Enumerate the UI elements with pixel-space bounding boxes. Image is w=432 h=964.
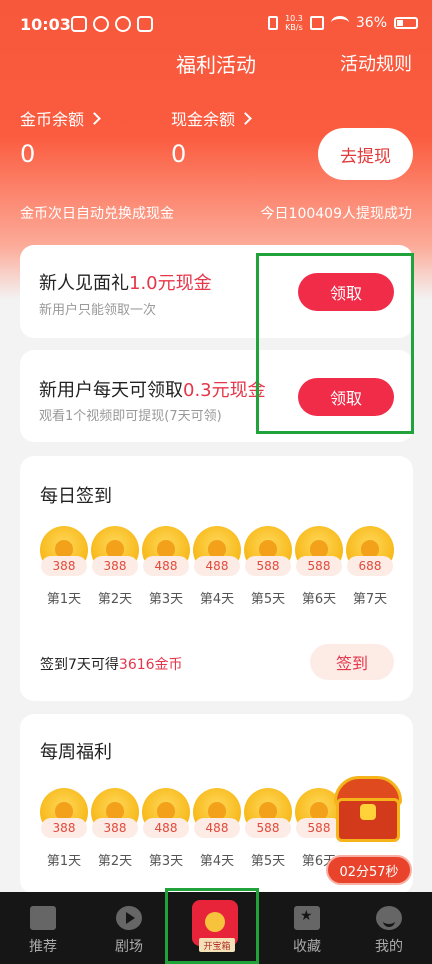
signin-day-1[interactable]: 388 第1天 xyxy=(40,526,90,607)
coin-reward: 588 xyxy=(245,556,291,576)
app-notification-icon xyxy=(137,16,153,32)
day-label: 第6天 xyxy=(301,592,337,607)
tab-favorites[interactable]: 收藏 xyxy=(264,892,350,964)
signin-note-prefix: 签到7天可得 xyxy=(40,657,119,673)
signin-day-6[interactable]: 588 第6天 xyxy=(295,526,345,607)
weekly-day-4[interactable]: 488 第4天 xyxy=(193,788,243,869)
daily-signin-card: 每日签到 388 第1天 388 第2天 488 第3天 488 第4天 588… xyxy=(20,456,413,701)
coin-reward: 388 xyxy=(41,556,87,576)
signin-note: 签到7天可得3616金币 xyxy=(40,654,183,674)
net-speed-value: 10.3 xyxy=(285,14,303,23)
signin-day-4[interactable]: 488 第4天 xyxy=(193,526,243,607)
day-label: 第2天 xyxy=(97,592,133,607)
status-bar: 10:03 10.3 KB/s 36% xyxy=(0,0,432,52)
tab-label: 收藏 xyxy=(293,939,321,955)
app-notification-icon xyxy=(93,16,109,32)
section-title: 每日签到 xyxy=(40,486,112,507)
tab-label: 剧场 xyxy=(115,939,143,955)
highlight-box-treasure-tab xyxy=(165,888,259,964)
net-speed: 10.3 KB/s xyxy=(285,14,303,32)
weekly-day-2[interactable]: 388 第2天 xyxy=(91,788,141,869)
task-title: 新人见面礼1.0元现金 xyxy=(39,269,212,295)
task-title-amount: 1.0元现金 xyxy=(129,273,212,294)
signin-day-7[interactable]: 688 第7天 xyxy=(346,526,396,607)
coin-balance-link[interactable]: 金币余额 xyxy=(20,106,101,130)
battery-percent: 36% xyxy=(355,15,387,31)
day-label: 第5天 xyxy=(250,854,286,869)
coin-reward: 488 xyxy=(194,818,240,838)
signin-days-row: 388 第1天 388 第2天 488 第3天 488 第4天 588 第5天 … xyxy=(40,526,400,616)
wifi-icon xyxy=(330,16,349,30)
tab-theater[interactable]: 剧场 xyxy=(86,892,172,964)
signin-note-amount: 3616金币 xyxy=(118,657,183,673)
day-label: 第4天 xyxy=(199,854,235,869)
today-withdraw-note: 今日100409人提现成功 xyxy=(260,206,412,222)
battery-icon xyxy=(394,17,418,29)
task-subtitle: 新用户只能领取一次 xyxy=(39,303,157,318)
task-title-prefix: 新用户每天可领取 xyxy=(39,380,183,401)
play-icon xyxy=(116,906,142,930)
tab-label: 推荐 xyxy=(29,939,57,955)
weekly-day-1[interactable]: 388 第1天 xyxy=(40,788,90,869)
coin-reward: 388 xyxy=(92,818,138,838)
vibrate-icon xyxy=(268,16,279,30)
withdraw-button[interactable]: 去提现 xyxy=(318,128,413,180)
signin-day-2[interactable]: 388 第2天 xyxy=(91,526,141,607)
section-title: 每周福利 xyxy=(40,742,112,763)
signin-button[interactable]: 签到 xyxy=(310,644,394,680)
chest-lock xyxy=(360,804,376,820)
highlight-box-claim-buttons xyxy=(256,253,414,434)
tab-label: 我的 xyxy=(375,939,403,955)
day-label: 第2天 xyxy=(97,854,133,869)
coin-reward: 488 xyxy=(194,556,240,576)
weekly-day-5[interactable]: 588 第5天 xyxy=(244,788,294,869)
task-title: 新用户每天可领取0.3元现金 xyxy=(39,376,266,402)
coin-reward: 488 xyxy=(143,818,189,838)
auto-exchange-note: 金币次日自动兑换成现金 xyxy=(20,206,174,222)
chevron-right-icon xyxy=(239,112,252,125)
chevron-right-icon xyxy=(88,112,101,125)
weekly-day-3[interactable]: 488 第3天 xyxy=(142,788,192,869)
day-label: 第1天 xyxy=(46,592,82,607)
day-label: 第3天 xyxy=(148,592,184,607)
cash-balance-link[interactable]: 现金余额 xyxy=(171,106,252,130)
task-title-amount: 0.3元现金 xyxy=(183,380,266,401)
day-label: 第1天 xyxy=(46,854,82,869)
clapperboard-icon xyxy=(30,906,56,930)
cash-balance-value: 0 xyxy=(171,140,187,168)
coin-balance-label: 金币余额 xyxy=(20,110,85,129)
profile-icon xyxy=(376,906,402,930)
star-folder-icon xyxy=(294,906,320,930)
coin-reward: 388 xyxy=(41,818,87,838)
app-notification-icon xyxy=(71,16,87,32)
day-label: 第3天 xyxy=(148,854,184,869)
treasure-timer[interactable]: 02分57秒 xyxy=(326,855,412,885)
coin-reward: 588 xyxy=(245,818,291,838)
cash-balance-label: 现金余额 xyxy=(171,110,236,129)
day-label: 第7天 xyxy=(352,592,388,607)
day-label: 第4天 xyxy=(199,592,235,607)
no-sim-icon xyxy=(309,16,324,30)
rules-link[interactable]: 活动规则 xyxy=(340,50,412,76)
app-notification-icon xyxy=(115,16,131,32)
task-title-prefix: 新人见面礼 xyxy=(39,273,129,294)
signin-day-3[interactable]: 488 第3天 xyxy=(142,526,192,607)
coin-reward: 688 xyxy=(347,556,393,576)
signin-day-5[interactable]: 588 第5天 xyxy=(244,526,294,607)
tab-recommend[interactable]: 推荐 xyxy=(0,892,86,964)
notification-icons xyxy=(71,16,153,32)
treasure-chest-icon[interactable] xyxy=(330,770,408,848)
coin-reward: 588 xyxy=(296,556,342,576)
coin-balance-value: 0 xyxy=(20,140,36,168)
task-subtitle: 观看1个视频即可提现(7天可领) xyxy=(39,409,222,424)
day-label: 第5天 xyxy=(250,592,286,607)
coin-reward: 488 xyxy=(143,556,189,576)
status-time: 10:03 xyxy=(20,15,71,34)
net-speed-unit: KB/s xyxy=(285,23,303,32)
tab-me[interactable]: 我的 xyxy=(346,892,432,964)
status-right: 10.3 KB/s 36% xyxy=(268,14,418,32)
coin-reward: 388 xyxy=(92,556,138,576)
